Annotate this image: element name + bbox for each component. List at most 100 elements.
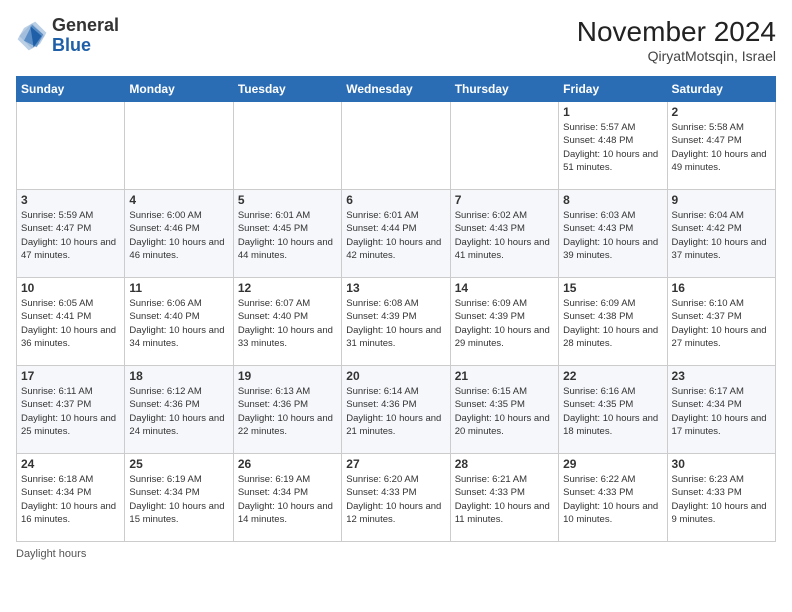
day-number: 4 <box>129 193 228 207</box>
day-info: Sunrise: 6:20 AMSunset: 4:33 PMDaylight:… <box>346 473 445 526</box>
calendar-cell: 13 Sunrise: 6:08 AMSunset: 4:39 PMDayligh… <box>342 278 450 366</box>
day-info: Sunrise: 6:08 AMSunset: 4:39 PMDaylight:… <box>346 297 445 350</box>
calendar-cell: 5Sunrise: 6:01 AMSunset: 4:45 PMDaylight… <box>233 190 341 278</box>
calendar-cell: 18Sunrise: 6:12 AMSunset: 4:36 PMDayligh… <box>125 366 233 454</box>
calendar-week-row: 17Sunrise: 6:11 AMSunset: 4:37 PMDayligh… <box>17 366 776 454</box>
calendar-cell: 10 Sunrise: 6:05 AMSunset: 4:41 PMDayligh… <box>17 278 125 366</box>
day-info: Sunrise: 5:59 AMSunset: 4:47 PMDaylight:… <box>21 209 120 262</box>
day-number: 13 <box>346 281 445 295</box>
day-number: 3 <box>21 193 120 207</box>
calendar-week-row: 3 Sunrise: 5:59 AMSunset: 4:47 PMDaylight… <box>17 190 776 278</box>
day-number: 14 <box>455 281 554 295</box>
calendar-cell: 8 Sunrise: 6:03 AMSunset: 4:43 PMDaylight… <box>559 190 667 278</box>
month-title: November 2024 <box>577 16 776 48</box>
day-number: 11 <box>129 281 228 295</box>
day-number: 21 <box>455 369 554 383</box>
day-info: Sunrise: 6:00 AMSunset: 4:46 PMDaylight:… <box>129 209 228 262</box>
day-number: 16 <box>672 281 771 295</box>
calendar-week-row: 1Sunrise: 5:57 AMSunset: 4:48 PMDaylight… <box>17 102 776 190</box>
day-number: 9 <box>672 193 771 207</box>
calendar-cell: 26Sunrise: 6:19 AMSunset: 4:34 PMDayligh… <box>233 454 341 542</box>
day-info: Sunrise: 6:12 AMSunset: 4:36 PMDaylight:… <box>129 385 228 438</box>
day-info: Sunrise: 5:58 AMSunset: 4:47 PMDaylight:… <box>672 121 771 174</box>
day-number: 7 <box>455 193 554 207</box>
day-number: 23 <box>672 369 771 383</box>
day-info: Sunrise: 6:09 AMSunset: 4:38 PMDaylight:… <box>563 297 662 350</box>
day-info: Sunrise: 6:21 AMSunset: 4:33 PMDaylight:… <box>455 473 554 526</box>
logo-text: General Blue <box>52 16 119 56</box>
calendar-cell: 11Sunrise: 6:06 AMSunset: 4:40 PMDayligh… <box>125 278 233 366</box>
weekday-header-row: SundayMondayTuesdayWednesdayThursdayFrid… <box>17 77 776 102</box>
day-number: 24 <box>21 457 120 471</box>
day-number: 27 <box>346 457 445 471</box>
calendar-cell: 23Sunrise: 6:17 AMSunset: 4:34 PMDayligh… <box>667 366 775 454</box>
day-info: Sunrise: 6:02 AMSunset: 4:43 PMDaylight:… <box>455 209 554 262</box>
calendar-cell <box>233 102 341 190</box>
day-number: 30 <box>672 457 771 471</box>
calendar-table: SundayMondayTuesdayWednesdayThursdayFrid… <box>16 76 776 542</box>
day-number: 12 <box>238 281 337 295</box>
logo: General Blue <box>16 16 119 56</box>
calendar-cell: 2 Sunrise: 5:58 AMSunset: 4:47 PMDaylight… <box>667 102 775 190</box>
calendar-cell: 4 Sunrise: 6:00 AMSunset: 4:46 PMDaylight… <box>125 190 233 278</box>
calendar-cell <box>450 102 558 190</box>
day-number: 19 <box>238 369 337 383</box>
calendar-cell: 22 Sunrise: 6:16 AMSunset: 4:35 PMDayligh… <box>559 366 667 454</box>
day-info: Sunrise: 6:13 AMSunset: 4:36 PMDaylight:… <box>238 385 337 438</box>
calendar-cell: 30 Sunrise: 6:23 AMSunset: 4:33 PMDayligh… <box>667 454 775 542</box>
day-info: Sunrise: 6:05 AMSunset: 4:41 PMDaylight:… <box>21 297 120 350</box>
calendar-cell: 9 Sunrise: 6:04 AMSunset: 4:42 PMDaylight… <box>667 190 775 278</box>
calendar-cell: 17Sunrise: 6:11 AMSunset: 4:37 PMDayligh… <box>17 366 125 454</box>
day-number: 2 <box>672 105 771 119</box>
day-info: Sunrise: 6:23 AMSunset: 4:33 PMDaylight:… <box>672 473 771 526</box>
logo-icon <box>16 20 48 52</box>
calendar-cell <box>342 102 450 190</box>
weekday-header: Friday <box>559 77 667 102</box>
day-info: Sunrise: 6:01 AMSunset: 4:44 PMDaylight:… <box>346 209 445 262</box>
logo-blue: Blue <box>52 36 119 56</box>
day-number: 25 <box>129 457 228 471</box>
day-info: Sunrise: 6:16 AMSunset: 4:35 PMDaylight:… <box>563 385 662 438</box>
weekday-header: Wednesday <box>342 77 450 102</box>
day-info: Sunrise: 6:18 AMSunset: 4:34 PMDaylight:… <box>21 473 120 526</box>
day-number: 22 <box>563 369 662 383</box>
day-number: 6 <box>346 193 445 207</box>
weekday-header: Saturday <box>667 77 775 102</box>
calendar-cell: 24 Sunrise: 6:18 AMSunset: 4:34 PMDayligh… <box>17 454 125 542</box>
logo-general: General <box>52 16 119 36</box>
calendar-cell: 19 Sunrise: 6:13 AMSunset: 4:36 PMDayligh… <box>233 366 341 454</box>
calendar-cell: 12 Sunrise: 6:07 AMSunset: 4:40 PMDayligh… <box>233 278 341 366</box>
day-info: Sunrise: 6:01 AMSunset: 4:45 PMDaylight:… <box>238 209 337 262</box>
day-info: Sunrise: 5:57 AMSunset: 4:48 PMDaylight:… <box>563 121 662 174</box>
calendar-week-row: 24 Sunrise: 6:18 AMSunset: 4:34 PMDayligh… <box>17 454 776 542</box>
day-info: Sunrise: 6:11 AMSunset: 4:37 PMDaylight:… <box>21 385 120 438</box>
calendar-cell: 29 Sunrise: 6:22 AMSunset: 4:33 PMDayligh… <box>559 454 667 542</box>
day-number: 10 <box>21 281 120 295</box>
weekday-header: Thursday <box>450 77 558 102</box>
calendar-cell: 27 Sunrise: 6:20 AMSunset: 4:33 PMDayligh… <box>342 454 450 542</box>
page: General Blue November 2024 QiryatMotsqin… <box>0 0 792 612</box>
day-info: Sunrise: 6:03 AMSunset: 4:43 PMDaylight:… <box>563 209 662 262</box>
day-info: Sunrise: 6:22 AMSunset: 4:33 PMDaylight:… <box>563 473 662 526</box>
day-info: Sunrise: 6:07 AMSunset: 4:40 PMDaylight:… <box>238 297 337 350</box>
day-number: 20 <box>346 369 445 383</box>
calendar-cell: 15 Sunrise: 6:09 AMSunset: 4:38 PMDayligh… <box>559 278 667 366</box>
title-area: November 2024 QiryatMotsqin, Israel <box>577 16 776 64</box>
day-info: Sunrise: 6:04 AMSunset: 4:42 PMDaylight:… <box>672 209 771 262</box>
weekday-header: Sunday <box>17 77 125 102</box>
day-number: 26 <box>238 457 337 471</box>
daylight-hours-label: Daylight hours <box>16 548 86 560</box>
day-number: 15 <box>563 281 662 295</box>
calendar-cell: 7 Sunrise: 6:02 AMSunset: 4:43 PMDaylight… <box>450 190 558 278</box>
day-number: 8 <box>563 193 662 207</box>
calendar-cell: 1Sunrise: 5:57 AMSunset: 4:48 PMDaylight… <box>559 102 667 190</box>
weekday-header: Tuesday <box>233 77 341 102</box>
calendar-cell: 16Sunrise: 6:10 AMSunset: 4:37 PMDayligh… <box>667 278 775 366</box>
weekday-header: Monday <box>125 77 233 102</box>
calendar-cell <box>125 102 233 190</box>
day-info: Sunrise: 6:19 AMSunset: 4:34 PMDaylight:… <box>129 473 228 526</box>
calendar-cell: 20Sunrise: 6:14 AMSunset: 4:36 PMDayligh… <box>342 366 450 454</box>
calendar-cell: 14Sunrise: 6:09 AMSunset: 4:39 PMDayligh… <box>450 278 558 366</box>
calendar-cell: 21Sunrise: 6:15 AMSunset: 4:35 PMDayligh… <box>450 366 558 454</box>
day-number: 29 <box>563 457 662 471</box>
